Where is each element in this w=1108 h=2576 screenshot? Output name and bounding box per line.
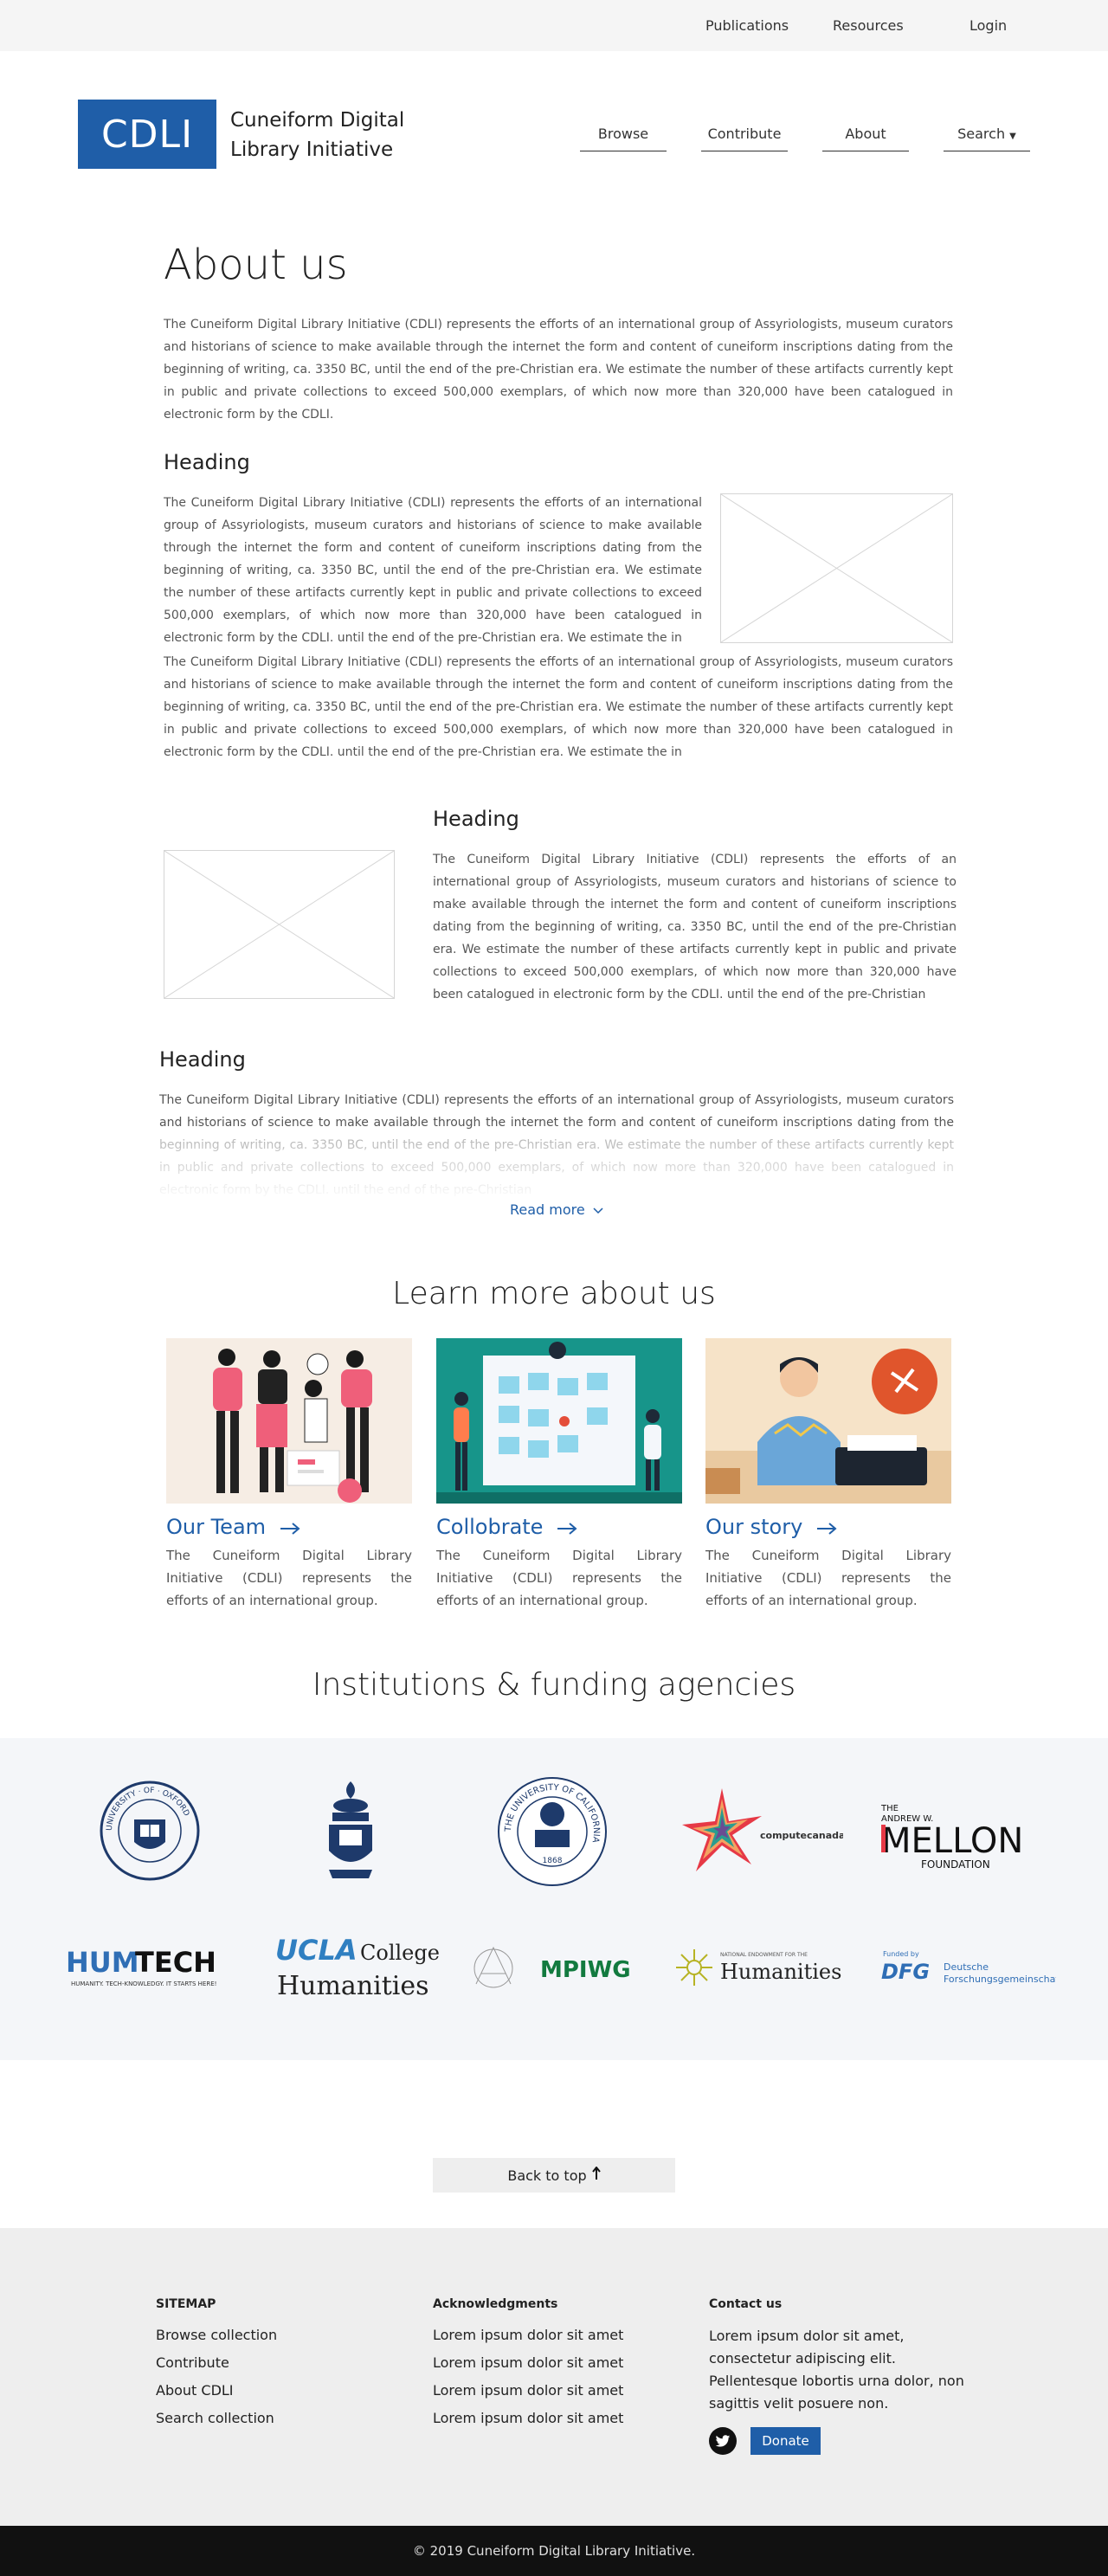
mellon-foundation-logo[interactable]: THE ANDREW W. MELLON FOUNDATION bbox=[874, 1799, 1047, 1877]
ucla-humanities-logo[interactable]: UCLA College Humanities bbox=[268, 1929, 441, 2006]
page-title: About us bbox=[164, 241, 348, 289]
site-name[interactable]: Cuneiform Digital Library Initiative bbox=[230, 106, 438, 164]
section1-heading: Heading bbox=[164, 450, 250, 474]
read-more-link[interactable]: Read more bbox=[510, 1201, 603, 1218]
toronto-logo[interactable] bbox=[312, 1776, 390, 1885]
section1-text-beside-image: The Cuneiform Digital Library Initiative… bbox=[164, 496, 702, 645]
mellon-name: MELLON bbox=[881, 1821, 1023, 1861]
twitter-icon[interactable] bbox=[709, 2427, 737, 2455]
card-story-text: The Cuneiform Digital Library Initiative… bbox=[705, 1548, 951, 1608]
funding-logos-panel: UNIVERSITY · OF · OXFORD THE UNIVERSITY … bbox=[0, 1738, 1108, 2060]
nav-contribute[interactable]: Contribute bbox=[701, 126, 788, 151]
arrow-right-icon bbox=[557, 1516, 577, 1540]
card-story-title[interactable]: Our story bbox=[705, 1515, 837, 1540]
back-to-top-button[interactable]: Back to top bbox=[433, 2158, 675, 2193]
nav-browse[interactable]: Browse bbox=[580, 126, 667, 151]
card-team-label: Our Team bbox=[166, 1515, 267, 1539]
nav-about[interactable]: About bbox=[822, 126, 909, 151]
mpiwg-text: MPIWG bbox=[540, 1957, 631, 1983]
section3-heading: Heading bbox=[159, 1047, 246, 1072]
footer-link-contribute[interactable]: Contribute bbox=[156, 2354, 229, 2371]
section2-heading: Heading bbox=[433, 807, 519, 831]
copyright-text: © 2019 Cuneiform Digital Library Initiat… bbox=[412, 2543, 696, 2559]
back-to-top-label: Back to top bbox=[507, 2167, 587, 2184]
card-collaborate-text: The Cuneiform Digital Library Initiative… bbox=[436, 1548, 682, 1608]
oxford-logo[interactable]: UNIVERSITY · OF · OXFORD bbox=[95, 1776, 204, 1885]
dfg-funded-by: Funded by bbox=[883, 1950, 919, 1958]
footer-ack-link[interactable]: Lorem ipsum dolor sit amet bbox=[433, 2382, 623, 2399]
donate-button[interactable]: Donate bbox=[750, 2427, 821, 2455]
ucla-humanities: Humanities bbox=[277, 1971, 429, 2001]
image-placeholder-icon bbox=[164, 850, 395, 999]
learn-more-title: Learn more about us bbox=[392, 1276, 716, 1311]
card-story-label: Our story bbox=[705, 1515, 803, 1539]
read-more-label: Read more bbox=[510, 1201, 585, 1218]
neh-logo[interactable]: NATIONAL ENDOWMENT FOR THE Humanities bbox=[670, 1939, 843, 1996]
dfg-line2: Forschungsgemeinschaft bbox=[944, 1974, 1056, 1985]
caret-down-icon: ▼ bbox=[1009, 132, 1016, 141]
funding-title: Institutions & funding agencies bbox=[312, 1667, 796, 1703]
mellon-the: THE bbox=[880, 1804, 899, 1813]
compute-canada-text: computecanada bbox=[760, 1830, 843, 1841]
contact-text: Lorem ipsum dolor sit amet, consectetur … bbox=[709, 2328, 964, 2412]
copyright-bar: © 2019 Cuneiform Digital Library Initiat… bbox=[0, 2526, 1108, 2576]
nav-search-label: Search bbox=[957, 126, 1006, 142]
arrow-right-icon bbox=[816, 1516, 837, 1540]
footer-link-browse[interactable]: Browse collection bbox=[156, 2327, 277, 2343]
acknowledgments-heading: Acknowledgments bbox=[433, 2297, 558, 2311]
nav-search[interactable]: Search ▼ bbox=[944, 126, 1030, 151]
topnav-publications-link[interactable]: Publications bbox=[705, 17, 789, 34]
contact-heading: Contact us bbox=[709, 2297, 783, 2311]
arrow-right-icon bbox=[280, 1516, 300, 1540]
humtech-hum: HUM bbox=[66, 1946, 139, 1979]
top-utility-bar: Publications Resources Login bbox=[0, 0, 1108, 51]
arrow-up-icon bbox=[591, 2166, 601, 2184]
topnav-resources-link[interactable]: Resources bbox=[833, 17, 904, 34]
footer-ack-link[interactable]: Lorem ipsum dolor sit amet bbox=[433, 2354, 623, 2371]
humtech-tagline: HUMANITY. TECH-KNOWLEDGY. IT STARTS HERE… bbox=[71, 1980, 216, 1987]
intro-paragraph: The Cuneiform Digital Library Initiative… bbox=[164, 318, 953, 422]
chevron-down-icon bbox=[593, 1201, 603, 1218]
story-illustration[interactable] bbox=[705, 1338, 951, 1504]
footer-link-search[interactable]: Search collection bbox=[156, 2410, 274, 2426]
neh-humanities: Humanities bbox=[720, 1960, 841, 1984]
mellon-foundation: FOUNDATION bbox=[921, 1858, 990, 1871]
card-collaborate-title[interactable]: Collobrate bbox=[436, 1515, 577, 1540]
university-of-california-logo[interactable]: THE UNIVERSITY OF CALIFORNIA 1868 bbox=[497, 1776, 608, 1887]
ucla-college: College bbox=[360, 1941, 440, 1965]
card-collaborate-label: Collobrate bbox=[436, 1515, 544, 1539]
footer-link-about[interactable]: About CDLI bbox=[156, 2382, 234, 2399]
card-team-text: The Cuneiform Digital Library Initiative… bbox=[166, 1548, 412, 1608]
cdli-logo[interactable]: CDLI bbox=[78, 100, 216, 169]
footer-ack-link[interactable]: Lorem ipsum dolor sit amet bbox=[433, 2410, 623, 2426]
footer-ack-link[interactable]: Lorem ipsum dolor sit amet bbox=[433, 2327, 623, 2343]
topnav-login-link[interactable]: Login bbox=[970, 17, 1007, 34]
team-illustration[interactable] bbox=[166, 1338, 412, 1504]
ucla-text: UCLA bbox=[275, 1934, 358, 1967]
sitemap-heading: SITEMAP bbox=[156, 2297, 216, 2311]
image-placeholder-icon bbox=[720, 493, 953, 643]
neh-small-text: NATIONAL ENDOWMENT FOR THE bbox=[720, 1952, 808, 1958]
humtech-tech: TECH bbox=[135, 1946, 216, 1979]
compute-canada-logo[interactable]: computecanada bbox=[679, 1781, 843, 1885]
section1-text-full: The Cuneiform Digital Library Initiative… bbox=[164, 655, 953, 759]
dfg-logo[interactable]: Funded by DFG Deutsche Forschungsgemeins… bbox=[874, 1942, 1056, 1994]
humtech-logo[interactable]: HUM TECH HUMANITY. TECH-KNOWLEDGY. IT ST… bbox=[61, 1939, 234, 2000]
collaborate-illustration[interactable] bbox=[436, 1338, 682, 1504]
uc-year: 1868 bbox=[543, 1857, 563, 1865]
dfg-line1: Deutsche bbox=[944, 1961, 989, 1973]
card-team-title[interactable]: Our Team bbox=[166, 1515, 300, 1540]
section2-text: The Cuneiform Digital Library Initiative… bbox=[433, 853, 957, 1001]
mpiwg-logo[interactable]: MPIWG bbox=[467, 1935, 641, 2000]
text-fade-overlay bbox=[159, 1134, 954, 1196]
dfg-text: DFG bbox=[881, 1960, 930, 1984]
